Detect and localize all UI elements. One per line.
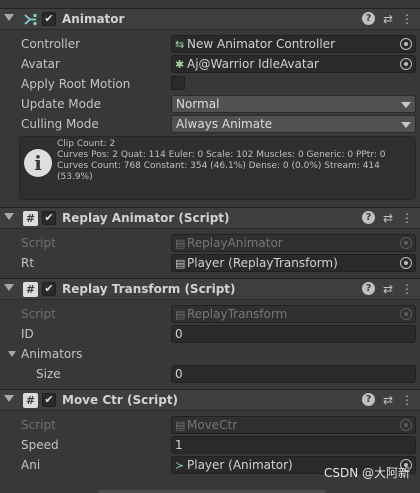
object-picker-icon bbox=[400, 308, 412, 320]
update-mode-label: Update Mode bbox=[21, 97, 101, 111]
apply-root-motion-checkbox[interactable] bbox=[171, 76, 185, 90]
curves-pos-line: Curves Pos: 2 Quat: 114 Euler: 0 Scale: … bbox=[57, 150, 386, 160]
script-value: MoveCtr bbox=[187, 418, 238, 432]
help-icon[interactable]: ? bbox=[362, 393, 375, 406]
presets-icon[interactable]: ⇄ bbox=[381, 282, 395, 296]
watermark-text: CSDN @大阿新 bbox=[323, 466, 410, 480]
component-title: Replay Transform (Script) bbox=[62, 282, 236, 296]
clip-count-line: Clip Count: 2 bbox=[57, 139, 116, 149]
curves-count-line: Curves Count: 768 Constant: 354 (46.1%) … bbox=[57, 161, 380, 182]
object-picker-icon[interactable] bbox=[400, 38, 412, 50]
presets-icon[interactable]: ⇄ bbox=[381, 12, 395, 26]
component-title: Replay Animator (Script) bbox=[62, 211, 230, 225]
more-options-icon[interactable]: ⋮ bbox=[400, 211, 414, 225]
move-ctr-header[interactable]: # ✔ Move Ctr (Script) ? ⇄ ⋮ bbox=[0, 389, 420, 411]
object-picker-icon bbox=[400, 419, 412, 431]
controller-value: New Animator Controller bbox=[187, 37, 336, 51]
animators-foldout-icon[interactable] bbox=[8, 351, 16, 357]
size-value: 0 bbox=[175, 367, 183, 381]
id-value: 0 bbox=[175, 327, 183, 341]
more-options-icon[interactable]: ⋮ bbox=[400, 12, 414, 26]
object-picker-icon bbox=[400, 237, 412, 249]
foldout-arrow-icon[interactable] bbox=[4, 14, 14, 21]
enabled-checkbox[interactable]: ✔ bbox=[42, 393, 56, 407]
foldout-arrow-icon[interactable] bbox=[4, 213, 14, 220]
object-picker-icon[interactable] bbox=[400, 58, 412, 70]
script-file-icon: ▤ bbox=[175, 257, 186, 270]
script-label: Script bbox=[21, 236, 56, 250]
update-mode-dropdown[interactable]: Normal bbox=[171, 95, 416, 113]
info-icon: i bbox=[24, 149, 52, 177]
animator-component-icon bbox=[24, 13, 37, 26]
avatar-field[interactable]: ✱ Aj@Warrior IdleAvatar bbox=[171, 55, 416, 73]
animator-info-box: i Clip Count: 2 Curves Pos: 2 Quat: 114 … bbox=[19, 136, 416, 200]
script-file-icon: ▤ bbox=[175, 308, 186, 321]
foldout-arrow-icon[interactable] bbox=[4, 284, 14, 291]
script-value: ReplayTransform bbox=[187, 307, 288, 321]
enabled-checkbox[interactable]: ✔ bbox=[42, 211, 56, 225]
culling-mode-value: Always Animate bbox=[176, 117, 273, 131]
script-icon: # bbox=[23, 282, 38, 297]
controller-field[interactable]: ⇆ New Animator Controller bbox=[171, 35, 416, 53]
more-options-icon[interactable]: ⋮ bbox=[400, 282, 414, 296]
dropdown-arrow-icon bbox=[401, 102, 411, 108]
speed-field[interactable]: 1 bbox=[171, 436, 416, 454]
enabled-checkbox[interactable]: ✔ bbox=[42, 282, 56, 296]
ani-value: Player (Animator) bbox=[187, 458, 293, 472]
script-field: ▤ ReplayAnimator bbox=[171, 234, 416, 252]
id-field[interactable]: 0 bbox=[171, 325, 416, 343]
apply-root-motion-label: Apply Root Motion bbox=[21, 77, 131, 91]
avatar-value: Aj@Warrior IdleAvatar bbox=[187, 57, 319, 71]
speed-value: 1 bbox=[175, 438, 183, 452]
animator-header[interactable]: ✔ Animator ? ⇄ ⋮ bbox=[0, 8, 420, 30]
animator-icon: ≻ bbox=[175, 459, 185, 472]
size-field[interactable]: 0 bbox=[171, 365, 416, 383]
help-icon[interactable]: ? bbox=[362, 12, 375, 25]
update-mode-value: Normal bbox=[176, 97, 220, 111]
more-options-icon[interactable]: ⋮ bbox=[400, 393, 414, 407]
enabled-checkbox[interactable]: ✔ bbox=[42, 12, 56, 26]
culling-mode-dropdown[interactable]: Always Animate bbox=[171, 115, 416, 133]
replay-animator-header[interactable]: # ✔ Replay Animator (Script) ? ⇄ ⋮ bbox=[0, 207, 420, 229]
avatar-label: Avatar bbox=[21, 57, 60, 71]
speed-label: Speed bbox=[21, 438, 59, 452]
script-file-icon: ▤ bbox=[175, 237, 186, 250]
rt-label: Rt bbox=[21, 256, 35, 270]
script-label: Script bbox=[21, 418, 56, 432]
help-icon[interactable]: ? bbox=[362, 211, 375, 224]
info-text: Clip Count: 2 Curves Pos: 2 Quat: 114 Eu… bbox=[57, 139, 413, 183]
object-picker-icon[interactable] bbox=[400, 257, 412, 269]
rt-field[interactable]: ▤ Player (ReplayTransform) bbox=[171, 254, 416, 272]
dropdown-arrow-icon bbox=[401, 122, 411, 128]
component-title: Move Ctr (Script) bbox=[62, 393, 179, 407]
script-label: Script bbox=[21, 307, 56, 321]
avatar-icon: ✱ bbox=[175, 58, 185, 71]
help-icon[interactable]: ? bbox=[362, 282, 375, 295]
replay-transform-header[interactable]: # ✔ Replay Transform (Script) ? ⇄ ⋮ bbox=[0, 278, 420, 300]
script-icon: # bbox=[23, 211, 38, 226]
ani-label: Ani bbox=[21, 458, 41, 472]
controller-label: Controller bbox=[21, 37, 81, 51]
animator-controller-icon: ⇆ bbox=[175, 38, 185, 51]
component-title: Animator bbox=[62, 12, 125, 26]
size-label: Size bbox=[36, 367, 61, 381]
script-field: ▤ ReplayTransform bbox=[171, 305, 416, 323]
script-file-icon: ▤ bbox=[175, 419, 186, 432]
script-value: ReplayAnimator bbox=[187, 236, 283, 250]
presets-icon[interactable]: ⇄ bbox=[381, 393, 395, 407]
script-field: ▤ MoveCtr bbox=[171, 416, 416, 434]
rt-value: Player (ReplayTransform) bbox=[187, 256, 338, 270]
id-label: ID bbox=[21, 327, 34, 341]
presets-icon[interactable]: ⇄ bbox=[381, 211, 395, 225]
culling-mode-label: Culling Mode bbox=[21, 117, 99, 131]
script-icon: # bbox=[23, 393, 38, 408]
animators-label[interactable]: Animators bbox=[21, 347, 82, 361]
foldout-arrow-icon[interactable] bbox=[4, 395, 14, 402]
